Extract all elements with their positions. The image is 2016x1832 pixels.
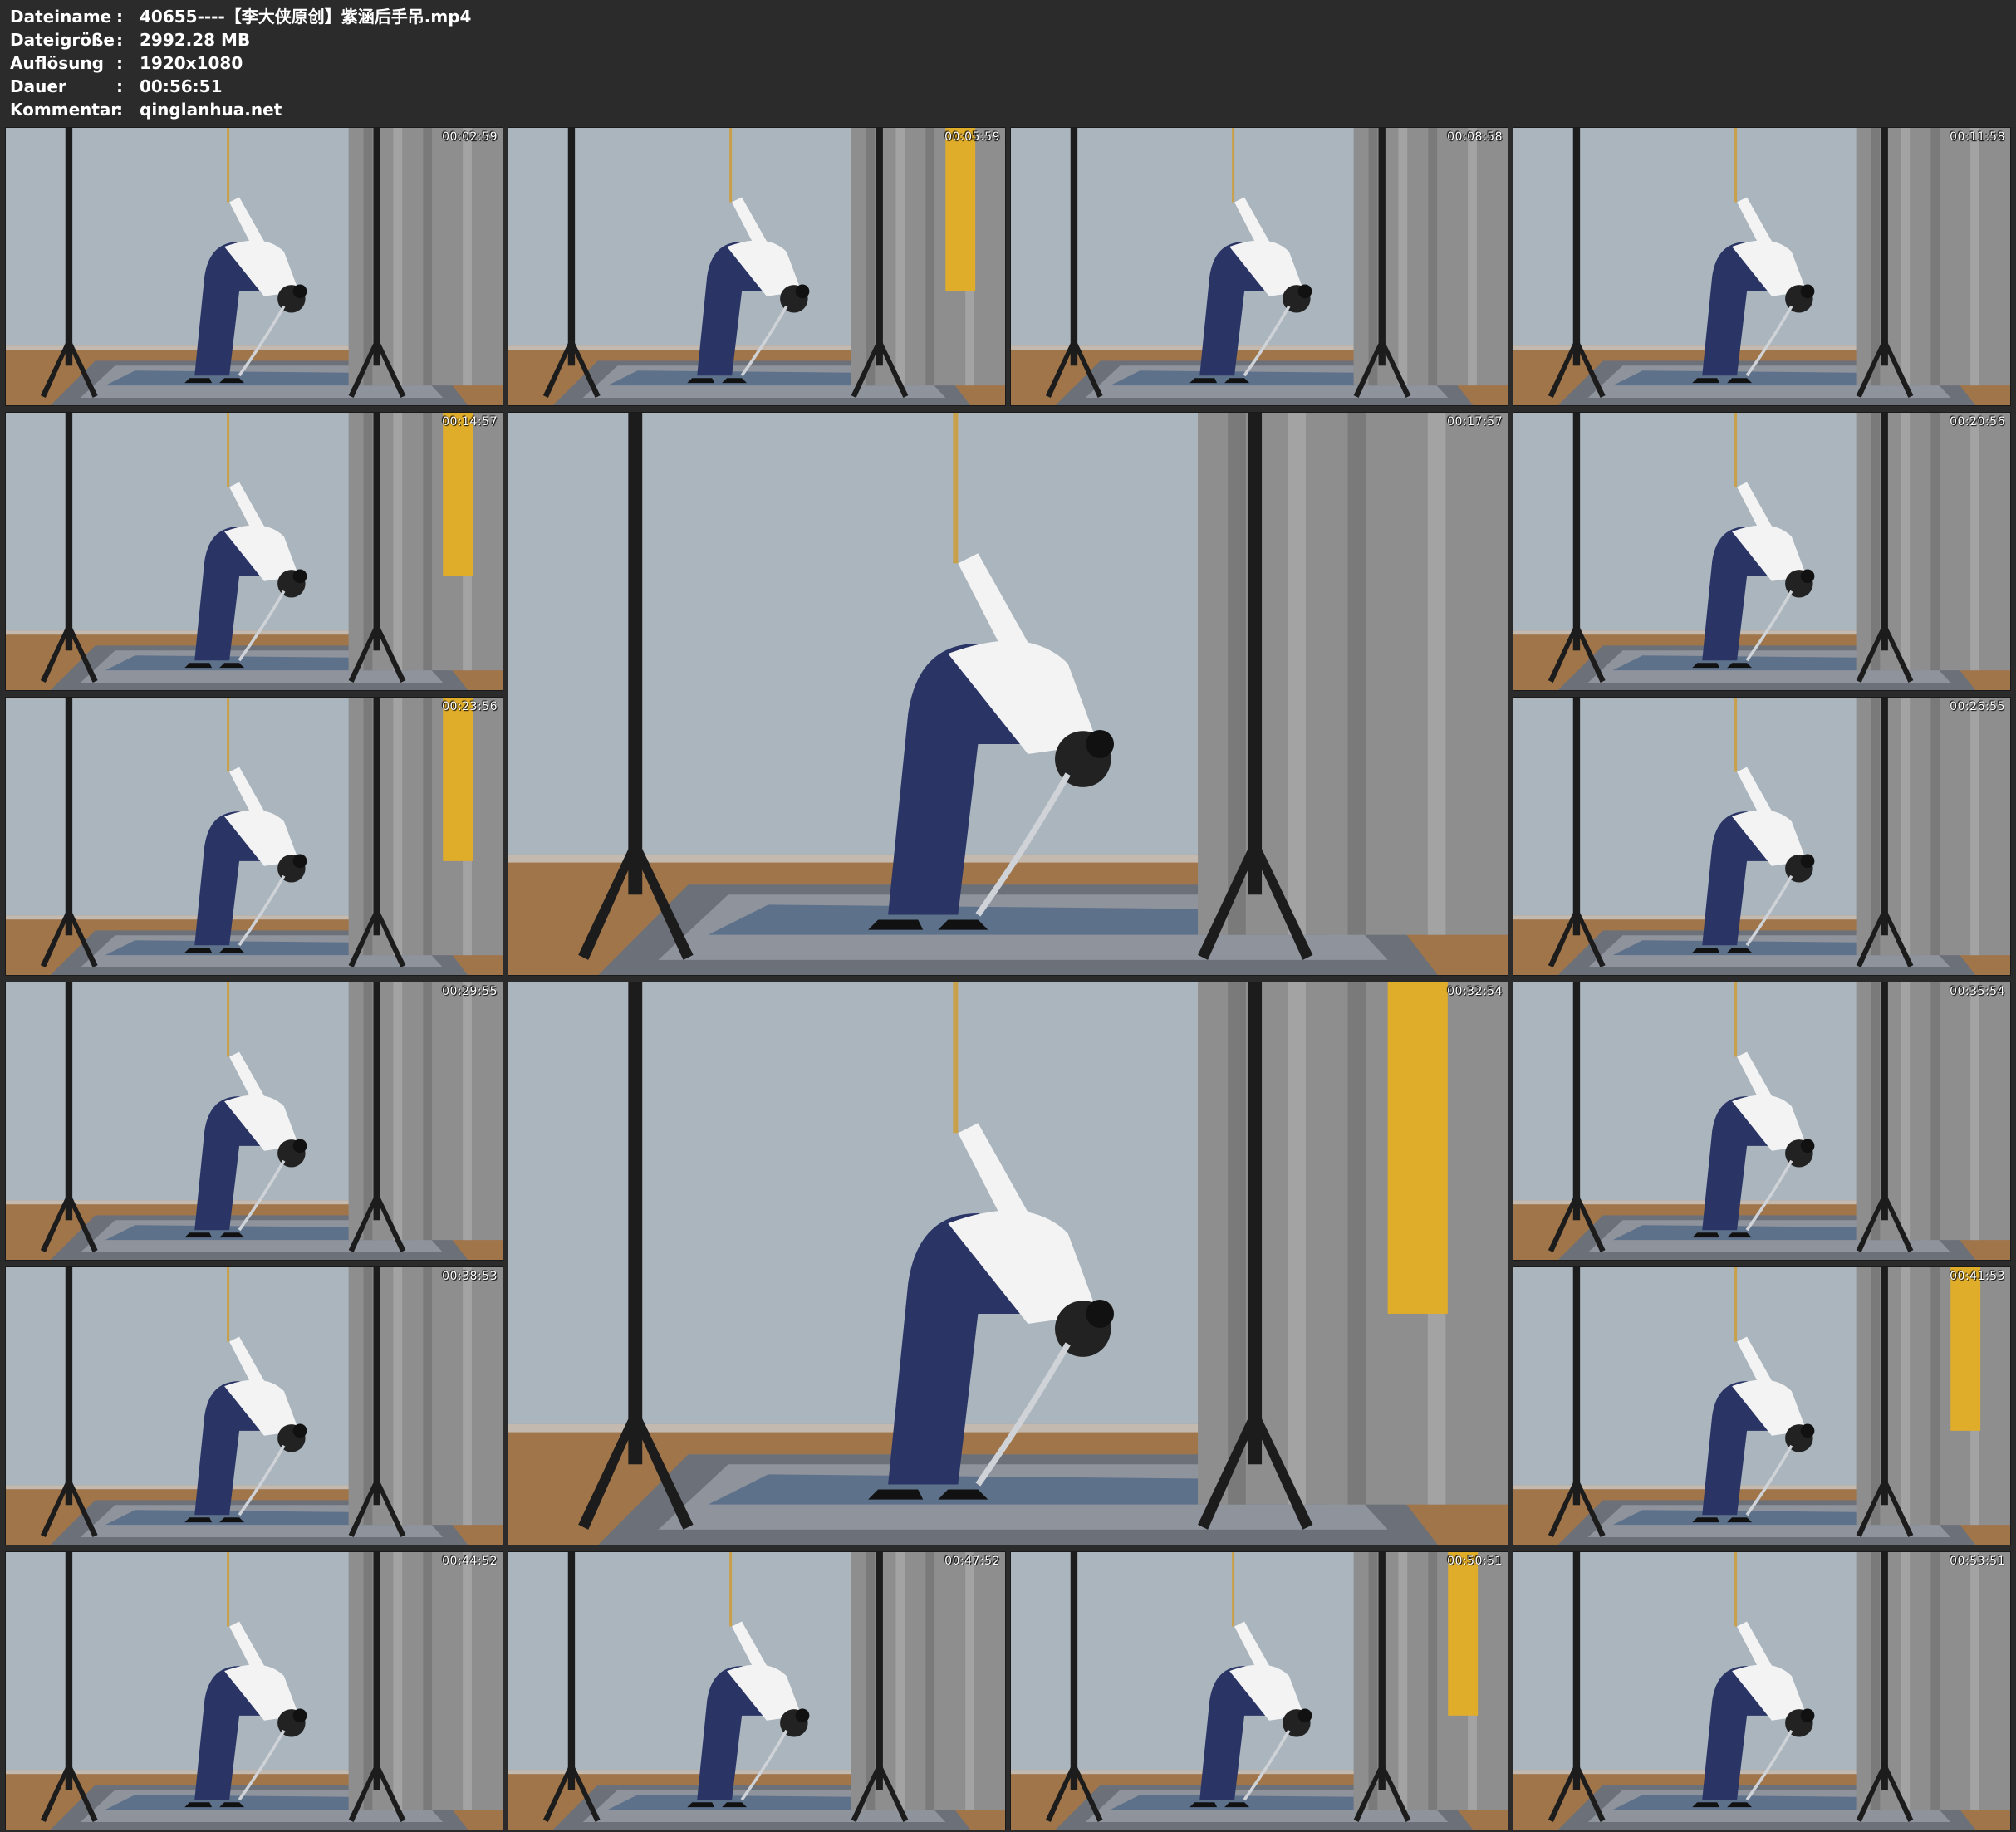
thumbnail-timestamp: 00:38:53 (442, 1270, 498, 1283)
thumbnail-timestamp: 00:47:52 (944, 1555, 1000, 1568)
video-thumbnail[interactable]: 00:14:57 (5, 412, 503, 691)
thumbnail-timestamp: 00:14:57 (442, 415, 498, 429)
video-thumbnail[interactable]: 00:26:55 (1513, 697, 2011, 976)
video-thumbnail[interactable]: 00:29:55 (5, 982, 503, 1261)
video-thumbnail[interactable]: 00:47:52 (508, 1551, 1006, 1830)
video-thumbnail[interactable]: 00:20:56 (1513, 412, 2011, 691)
thumbnail-timestamp: 00:20:56 (1950, 415, 2005, 429)
video-thumbnail[interactable]: 00:32:54 (508, 982, 1508, 1545)
thumbnail-timestamp: 00:08:58 (1447, 130, 1503, 144)
video-thumbnail[interactable]: 00:05:59 (508, 127, 1006, 406)
thumbnail-grid: 00:02:59 00:05:59 00:08:58 00:11:58 00:1… (0, 0, 2016, 1832)
video-thumbnail[interactable]: 00:35:54 (1513, 982, 2011, 1261)
thumbnail-timestamp: 00:05:59 (944, 130, 1000, 144)
thumbnail-timestamp: 00:26:55 (1950, 700, 2005, 713)
video-thumbnail[interactable]: 00:50:51 (1010, 1551, 1508, 1830)
thumbnail-timestamp: 00:53:51 (1950, 1555, 2005, 1568)
video-thumbnail[interactable]: 00:53:51 (1513, 1551, 2011, 1830)
video-thumbnail[interactable]: 00:17:57 (508, 412, 1508, 976)
thumbnail-timestamp: 00:02:59 (442, 130, 498, 144)
thumbnail-timestamp: 00:23:56 (442, 700, 498, 713)
thumbnail-timestamp: 00:41:53 (1950, 1270, 2005, 1283)
thumbnail-timestamp: 00:17:57 (1447, 415, 1503, 429)
video-thumbnail[interactable]: 00:38:53 (5, 1266, 503, 1545)
video-thumbnail[interactable]: 00:23:56 (5, 697, 503, 976)
thumbnail-timestamp: 00:35:54 (1950, 985, 2005, 998)
thumbnail-timestamp: 00:32:54 (1447, 985, 1503, 998)
video-thumbnail[interactable]: 00:41:53 (1513, 1266, 2011, 1545)
thumbnail-timestamp: 00:50:51 (1447, 1555, 1503, 1568)
thumbnail-timestamp: 00:29:55 (442, 985, 498, 998)
thumbnail-timestamp: 00:44:52 (442, 1555, 498, 1568)
video-thumbnail[interactable]: 00:11:58 (1513, 127, 2011, 406)
thumbnail-timestamp: 00:11:58 (1950, 130, 2005, 144)
video-thumbnail[interactable]: 00:02:59 (5, 127, 503, 406)
video-thumbnail[interactable]: 00:44:52 (5, 1551, 503, 1830)
video-thumbnail[interactable]: 00:08:58 (1010, 127, 1508, 406)
